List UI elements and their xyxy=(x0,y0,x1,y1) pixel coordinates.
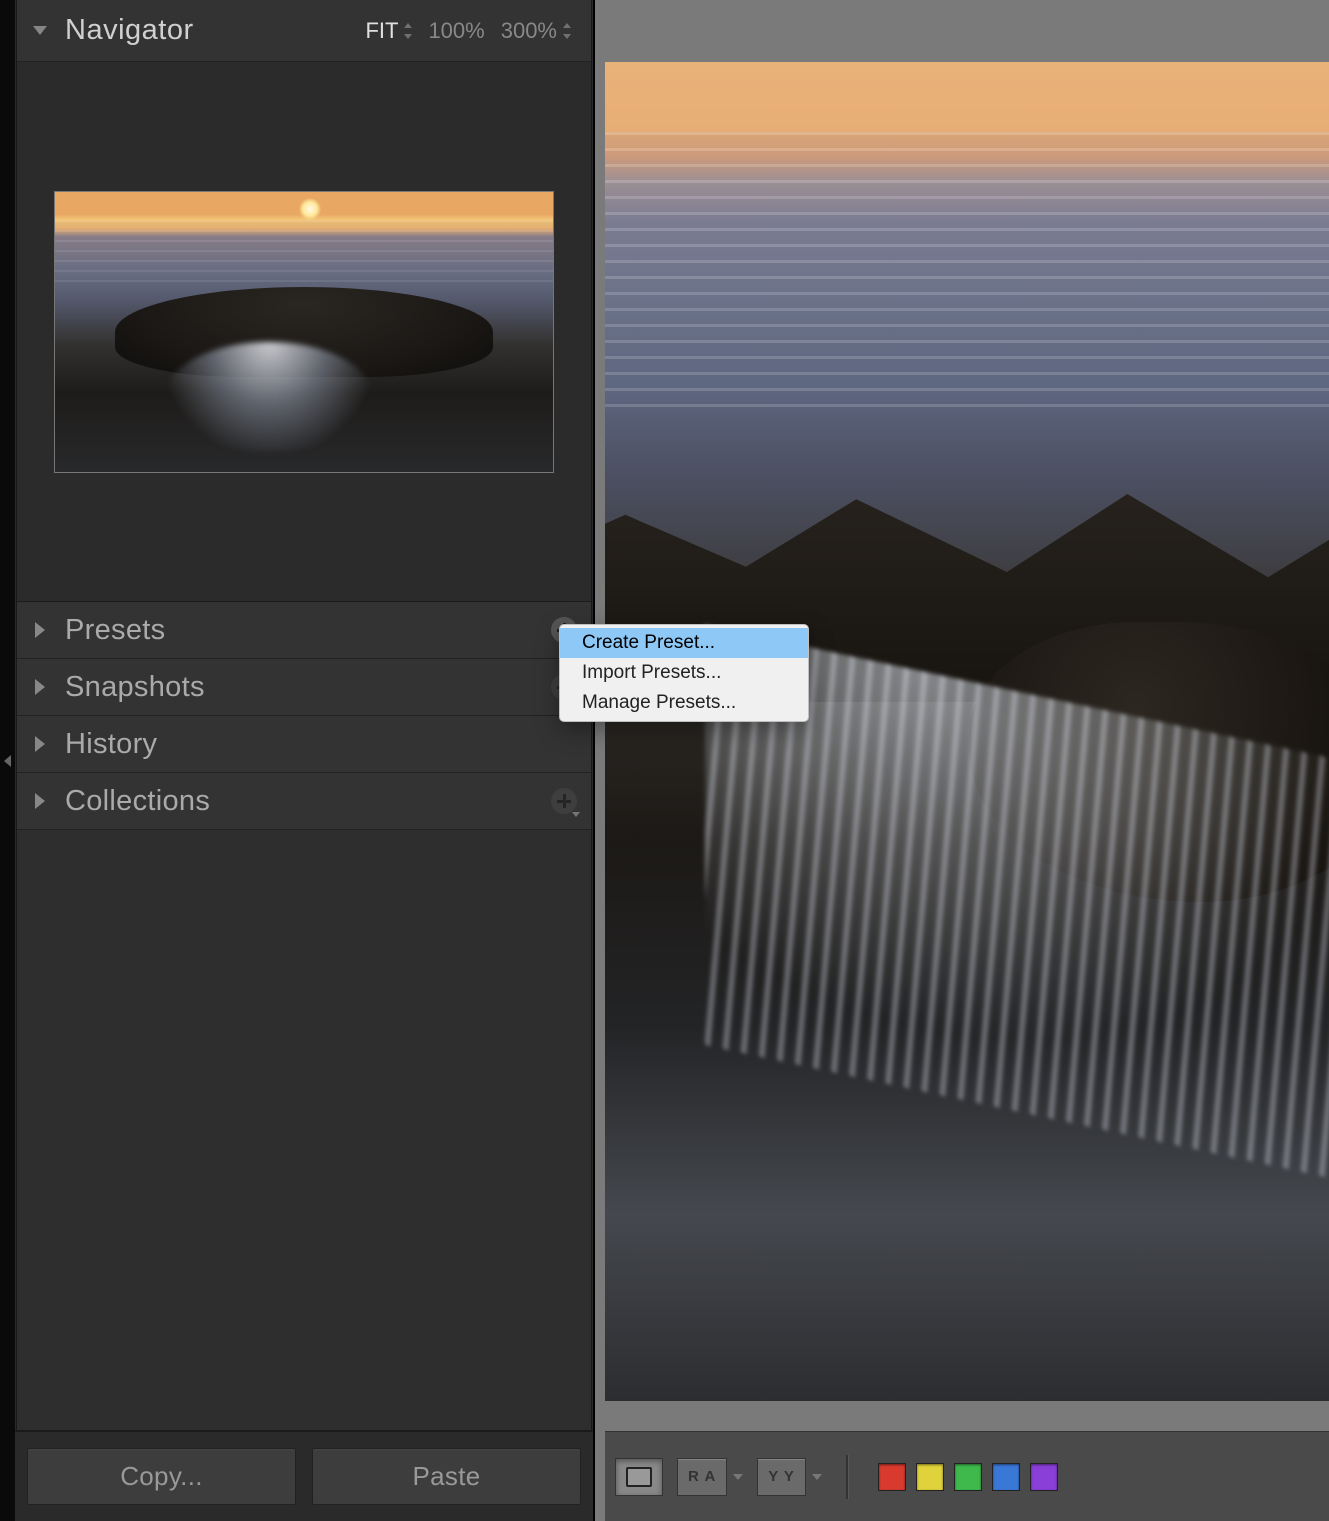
panel-expand-handle[interactable] xyxy=(0,726,15,796)
view-ra-button[interactable]: R A xyxy=(677,1458,727,1496)
chevron-right-icon xyxy=(35,793,45,809)
menu-manage-presets[interactable]: Manage Presets... xyxy=(560,688,808,718)
dropdown-icon[interactable] xyxy=(733,1474,743,1480)
left-panel: Navigator FIT 100% 300% xyxy=(0,0,595,1521)
main-image-preview[interactable] xyxy=(605,62,1329,1431)
color-label-swatches xyxy=(878,1463,1058,1491)
panel-snapshots-label: Snapshots xyxy=(65,671,205,704)
swatch-yellow[interactable] xyxy=(916,1463,944,1491)
preset-context-menu: Create Preset... Import Presets... Manag… xyxy=(559,624,809,722)
separator xyxy=(846,1455,848,1499)
swatch-red[interactable] xyxy=(878,1463,906,1491)
chevron-right-icon xyxy=(35,622,45,638)
zoom-100[interactable]: 100% xyxy=(422,16,490,46)
menu-import-presets[interactable]: Import Presets... xyxy=(560,658,808,688)
panel-snapshots[interactable]: Snapshots xyxy=(17,659,591,716)
main-toolbar: R A Y Y xyxy=(605,1431,1329,1521)
panel-empty-area xyxy=(17,830,591,1430)
view-yy-button[interactable]: Y Y xyxy=(757,1458,806,1496)
loupe-icon xyxy=(626,1467,652,1487)
panel-history-label: History xyxy=(65,728,157,761)
chevron-right-icon xyxy=(35,679,45,695)
navigator-preview-area xyxy=(17,62,591,602)
navigator-title: Navigator xyxy=(65,14,194,47)
bottom-button-bar: Copy... Paste xyxy=(15,1431,593,1521)
view-loupe-button[interactable] xyxy=(615,1458,663,1496)
panel-collections[interactable]: Collections xyxy=(17,773,591,830)
panel-history[interactable]: History xyxy=(17,716,591,773)
swatch-green[interactable] xyxy=(954,1463,982,1491)
navigator-thumbnail[interactable] xyxy=(54,191,554,473)
panel-collections-label: Collections xyxy=(65,785,210,818)
zoom-300-label: 300% xyxy=(501,18,557,44)
dropdown-icon[interactable] xyxy=(812,1474,822,1480)
main-preview-area: R A Y Y xyxy=(595,0,1329,1521)
zoom-fit-label: FIT xyxy=(365,18,398,44)
zoom-fit[interactable]: FIT xyxy=(359,16,418,46)
chevron-down-icon[interactable] xyxy=(33,26,47,35)
panel-presets-label: Presets xyxy=(65,614,165,647)
chevron-right-icon xyxy=(35,736,45,752)
updown-icon xyxy=(563,23,571,39)
navigator-header: Navigator FIT 100% 300% xyxy=(17,0,591,62)
paste-button[interactable]: Paste xyxy=(312,1448,581,1505)
swatch-purple[interactable] xyxy=(1030,1463,1058,1491)
panel-presets[interactable]: Presets xyxy=(17,602,591,659)
copy-button[interactable]: Copy... xyxy=(27,1448,296,1505)
menu-create-preset[interactable]: Create Preset... xyxy=(560,628,808,658)
zoom-300[interactable]: 300% xyxy=(495,16,577,46)
add-collection-button[interactable] xyxy=(551,788,577,814)
updown-icon xyxy=(404,23,412,39)
swatch-blue[interactable] xyxy=(992,1463,1020,1491)
